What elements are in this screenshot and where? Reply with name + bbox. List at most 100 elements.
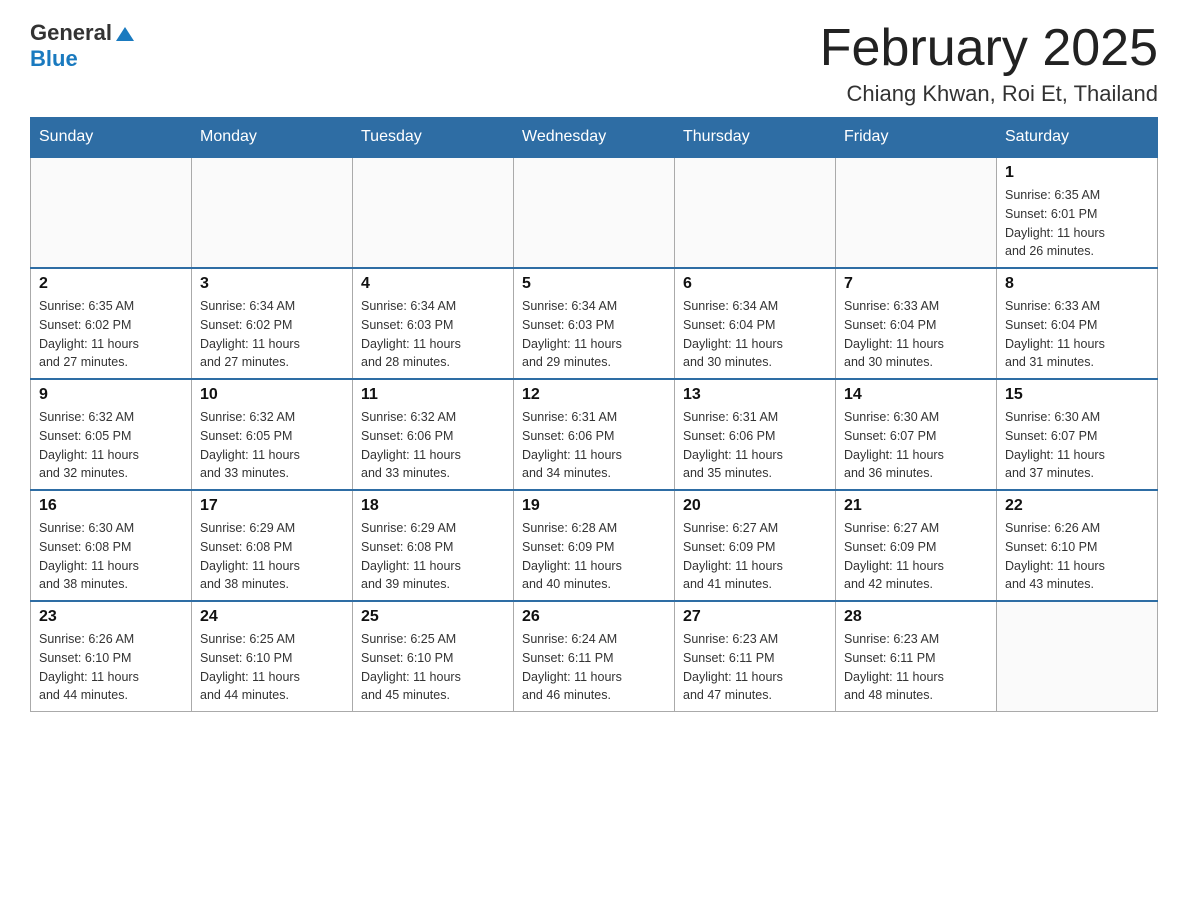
day-number: 1 xyxy=(1005,164,1149,182)
day-info: Sunrise: 6:26 AMSunset: 6:10 PMDaylight:… xyxy=(39,630,183,705)
table-row: 12 Sunrise: 6:31 AMSunset: 6:06 PMDayligh… xyxy=(514,379,675,490)
day-number: 28 xyxy=(844,608,988,626)
table-row xyxy=(675,157,836,268)
table-row: 13 Sunrise: 6:31 AMSunset: 6:06 PMDayligh… xyxy=(675,379,836,490)
day-number: 5 xyxy=(522,275,666,293)
page-title: February 2025 xyxy=(820,20,1158,77)
table-row xyxy=(353,157,514,268)
day-info: Sunrise: 6:32 AMSunset: 6:05 PMDaylight:… xyxy=(200,408,344,483)
column-header-thursday: Thursday xyxy=(675,118,836,158)
day-number: 9 xyxy=(39,386,183,404)
table-row: 4Sunrise: 6:34 AMSunset: 6:03 PMDaylight… xyxy=(353,268,514,379)
day-number: 6 xyxy=(683,275,827,293)
day-number: 12 xyxy=(522,386,666,404)
day-number: 24 xyxy=(200,608,344,626)
table-row: 10Sunrise: 6:32 AMSunset: 6:05 PMDayligh… xyxy=(192,379,353,490)
table-row: 20 Sunrise: 6:27 AMSunset: 6:09 PMDayligh… xyxy=(675,490,836,601)
table-row: 24 Sunrise: 6:25 AMSunset: 6:10 PMDayligh… xyxy=(192,601,353,712)
column-header-sunday: Sunday xyxy=(31,118,192,158)
day-number: 21 xyxy=(844,497,988,515)
day-number: 18 xyxy=(361,497,505,515)
day-info: Sunrise: 6:35 AMSunset: 6:02 PMDaylight:… xyxy=(39,297,183,372)
table-row: 26 Sunrise: 6:24 AMSunset: 6:11 PMDayligh… xyxy=(514,601,675,712)
day-number: 7 xyxy=(844,275,988,293)
day-info: Sunrise: 6:29 AMSunset: 6:08 PMDaylight:… xyxy=(361,519,505,594)
calendar-week-row: 2Sunrise: 6:35 AMSunset: 6:02 PMDaylight… xyxy=(31,268,1158,379)
day-number: 22 xyxy=(1005,497,1149,515)
day-number: 20 xyxy=(683,497,827,515)
table-row: 5 Sunrise: 6:34 AMSunset: 6:03 PMDaylight… xyxy=(514,268,675,379)
table-row: 17Sunrise: 6:29 AMSunset: 6:08 PMDayligh… xyxy=(192,490,353,601)
calendar-table: SundayMondayTuesdayWednesdayThursdayFrid… xyxy=(30,117,1158,712)
table-row: 8 Sunrise: 6:33 AMSunset: 6:04 PMDaylight… xyxy=(997,268,1158,379)
logo-triangle-icon xyxy=(114,23,136,45)
table-row: 28 Sunrise: 6:23 AMSunset: 6:11 PMDayligh… xyxy=(836,601,997,712)
logo-blue-text: Blue xyxy=(30,46,78,71)
logo: General Blue xyxy=(30,20,136,72)
day-info: Sunrise: 6:33 AMSunset: 6:04 PMDaylight:… xyxy=(844,297,988,372)
day-info: Sunrise: 6:30 AMSunset: 6:07 PMDaylight:… xyxy=(1005,408,1149,483)
table-row: 2Sunrise: 6:35 AMSunset: 6:02 PMDaylight… xyxy=(31,268,192,379)
column-header-wednesday: Wednesday xyxy=(514,118,675,158)
table-row: 6 Sunrise: 6:34 AMSunset: 6:04 PMDaylight… xyxy=(675,268,836,379)
table-row: 22 Sunrise: 6:26 AMSunset: 6:10 PMDayligh… xyxy=(997,490,1158,601)
day-info: Sunrise: 6:24 AMSunset: 6:11 PMDaylight:… xyxy=(522,630,666,705)
table-row: 18 Sunrise: 6:29 AMSunset: 6:08 PMDayligh… xyxy=(353,490,514,601)
day-number: 26 xyxy=(522,608,666,626)
day-info: Sunrise: 6:35 AMSunset: 6:01 PMDaylight:… xyxy=(1005,186,1149,261)
calendar-week-row: 9 Sunrise: 6:32 AMSunset: 6:05 PMDaylight… xyxy=(31,379,1158,490)
table-row: 25 Sunrise: 6:25 AMSunset: 6:10 PMDayligh… xyxy=(353,601,514,712)
table-row xyxy=(31,157,192,268)
day-info: Sunrise: 6:26 AMSunset: 6:10 PMDaylight:… xyxy=(1005,519,1149,594)
day-number: 19 xyxy=(522,497,666,515)
day-info: Sunrise: 6:34 AMSunset: 6:03 PMDaylight:… xyxy=(522,297,666,372)
table-row: 1 Sunrise: 6:35 AMSunset: 6:01 PMDaylight… xyxy=(997,157,1158,268)
day-info: Sunrise: 6:27 AMSunset: 6:09 PMDaylight:… xyxy=(683,519,827,594)
table-row xyxy=(514,157,675,268)
day-info: Sunrise: 6:34 AMSunset: 6:03 PMDaylight:… xyxy=(361,297,505,372)
day-info: Sunrise: 6:30 AMSunset: 6:07 PMDaylight:… xyxy=(844,408,988,483)
table-row: 27 Sunrise: 6:23 AMSunset: 6:11 PMDayligh… xyxy=(675,601,836,712)
day-number: 17 xyxy=(200,497,344,515)
day-info: Sunrise: 6:32 AMSunset: 6:06 PMDaylight:… xyxy=(361,408,505,483)
day-info: Sunrise: 6:25 AMSunset: 6:10 PMDaylight:… xyxy=(200,630,344,705)
day-number: 13 xyxy=(683,386,827,404)
page-header: General Blue February 2025 Chiang Khwan,… xyxy=(30,20,1158,107)
calendar-week-row: 23 Sunrise: 6:26 AMSunset: 6:10 PMDayligh… xyxy=(31,601,1158,712)
day-info: Sunrise: 6:25 AMSunset: 6:10 PMDaylight:… xyxy=(361,630,505,705)
column-header-friday: Friday xyxy=(836,118,997,158)
day-number: 27 xyxy=(683,608,827,626)
day-info: Sunrise: 6:32 AMSunset: 6:05 PMDaylight:… xyxy=(39,408,183,483)
column-header-tuesday: Tuesday xyxy=(353,118,514,158)
day-info: Sunrise: 6:34 AMSunset: 6:04 PMDaylight:… xyxy=(683,297,827,372)
table-row xyxy=(192,157,353,268)
day-info: Sunrise: 6:23 AMSunset: 6:11 PMDaylight:… xyxy=(844,630,988,705)
day-number: 23 xyxy=(39,608,183,626)
day-info: Sunrise: 6:33 AMSunset: 6:04 PMDaylight:… xyxy=(1005,297,1149,372)
table-row: 7 Sunrise: 6:33 AMSunset: 6:04 PMDaylight… xyxy=(836,268,997,379)
day-info: Sunrise: 6:34 AMSunset: 6:02 PMDaylight:… xyxy=(200,297,344,372)
day-info: Sunrise: 6:28 AMSunset: 6:09 PMDaylight:… xyxy=(522,519,666,594)
table-row xyxy=(836,157,997,268)
day-info: Sunrise: 6:31 AMSunset: 6:06 PMDaylight:… xyxy=(683,408,827,483)
day-number: 16 xyxy=(39,497,183,515)
day-number: 25 xyxy=(361,608,505,626)
day-info: Sunrise: 6:31 AMSunset: 6:06 PMDaylight:… xyxy=(522,408,666,483)
day-number: 11 xyxy=(361,386,505,404)
day-info: Sunrise: 6:23 AMSunset: 6:11 PMDaylight:… xyxy=(683,630,827,705)
table-row: 16 Sunrise: 6:30 AMSunset: 6:08 PMDayligh… xyxy=(31,490,192,601)
table-row xyxy=(997,601,1158,712)
table-row: 9 Sunrise: 6:32 AMSunset: 6:05 PMDaylight… xyxy=(31,379,192,490)
table-row: 19 Sunrise: 6:28 AMSunset: 6:09 PMDayligh… xyxy=(514,490,675,601)
table-row: 15 Sunrise: 6:30 AMSunset: 6:07 PMDayligh… xyxy=(997,379,1158,490)
day-number: 15 xyxy=(1005,386,1149,404)
day-info: Sunrise: 6:30 AMSunset: 6:08 PMDaylight:… xyxy=(39,519,183,594)
table-row: 21Sunrise: 6:27 AMSunset: 6:09 PMDayligh… xyxy=(836,490,997,601)
column-header-monday: Monday xyxy=(192,118,353,158)
calendar-week-row: 16 Sunrise: 6:30 AMSunset: 6:08 PMDayligh… xyxy=(31,490,1158,601)
day-number: 8 xyxy=(1005,275,1149,293)
table-row: 14Sunrise: 6:30 AMSunset: 6:07 PMDayligh… xyxy=(836,379,997,490)
table-row: 23 Sunrise: 6:26 AMSunset: 6:10 PMDayligh… xyxy=(31,601,192,712)
logo-general-text: General xyxy=(30,20,112,46)
calendar-header-row: SundayMondayTuesdayWednesdayThursdayFrid… xyxy=(31,118,1158,158)
